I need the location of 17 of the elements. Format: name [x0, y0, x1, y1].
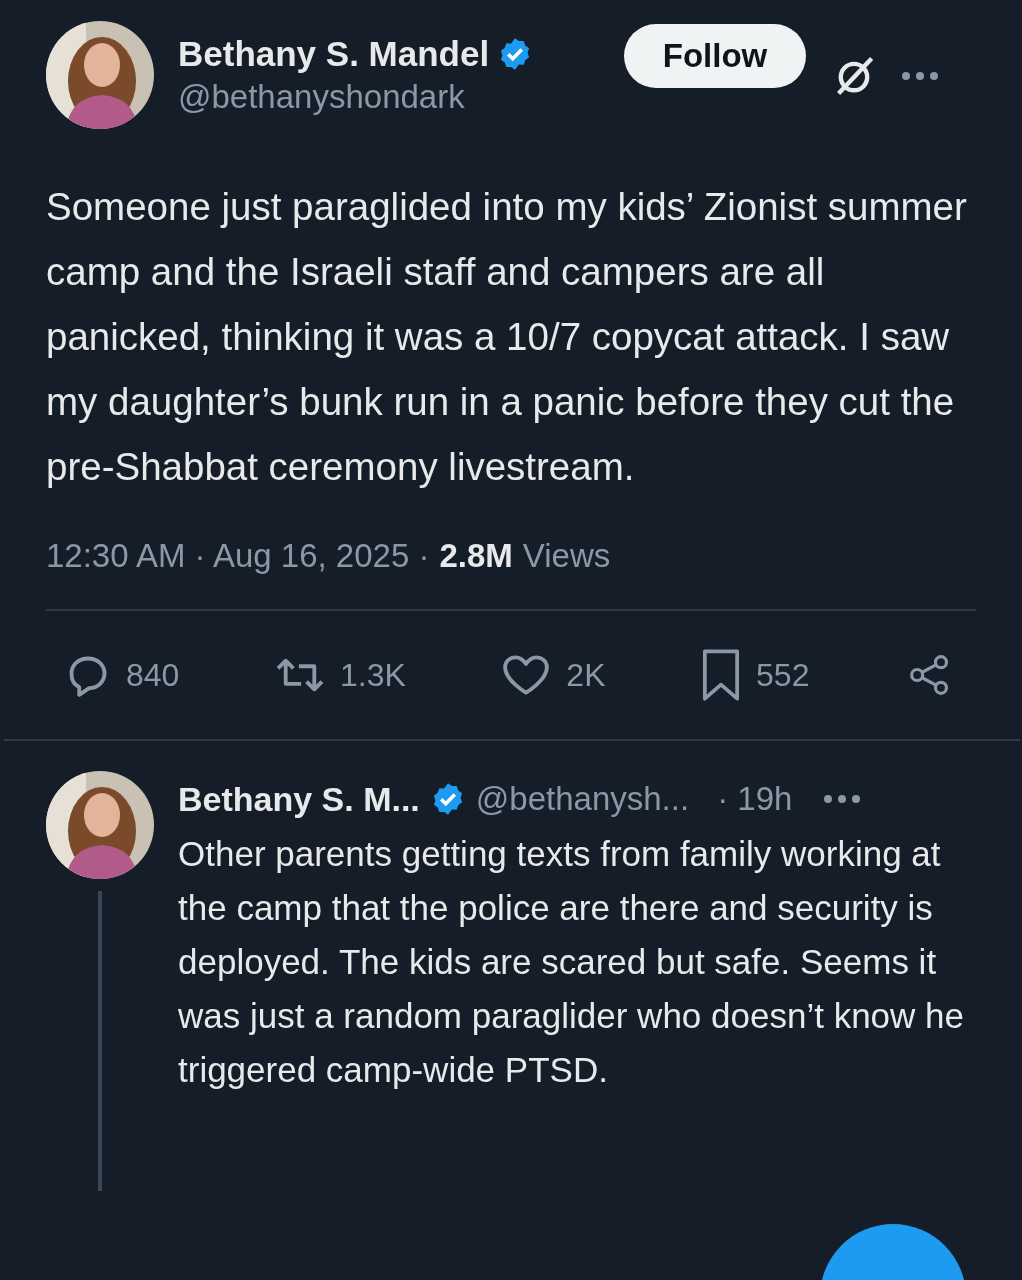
action-count: 1.3K [339, 656, 406, 694]
more-icon[interactable] [822, 793, 863, 805]
author-handle: @bethanyshondark [178, 78, 466, 116]
timestamp: 12:30 AM · Aug 16, 2025 · [46, 537, 430, 575]
more-icon[interactable] [900, 70, 940, 82]
post-time: · 19h [717, 780, 793, 818]
action-count: 840 [126, 656, 180, 694]
post-text: Someone just paraglided into my kids’ Zionist summer camp and the Israeli staff and campers are all panicked, thinking it was a 10/7 copycat attack. I saw my daughter’s bunk run in a panic before they cut the pre-Shabbat ceremony livestream. [46, 184, 968, 490]
reply-text: Other parents getting texts from family working at the camp that the police are there and security is deployed. The kids are scared but safe. Seems it was just a random paraglider who doesn’t know he triggered camp-wide PTSD. [178, 833, 965, 1091]
author-name: Bethany S. Mandel [178, 34, 490, 74]
views-label: Views [522, 537, 611, 575]
action-count: 2K [566, 656, 606, 694]
view-count: 2.8M [439, 537, 513, 575]
follow-button[interactable]: Follow [624, 24, 806, 88]
action-count: 552 [756, 656, 810, 694]
author-name: Bethany S. M... [178, 779, 420, 819]
author-handle: @bethanysh... [475, 780, 690, 818]
